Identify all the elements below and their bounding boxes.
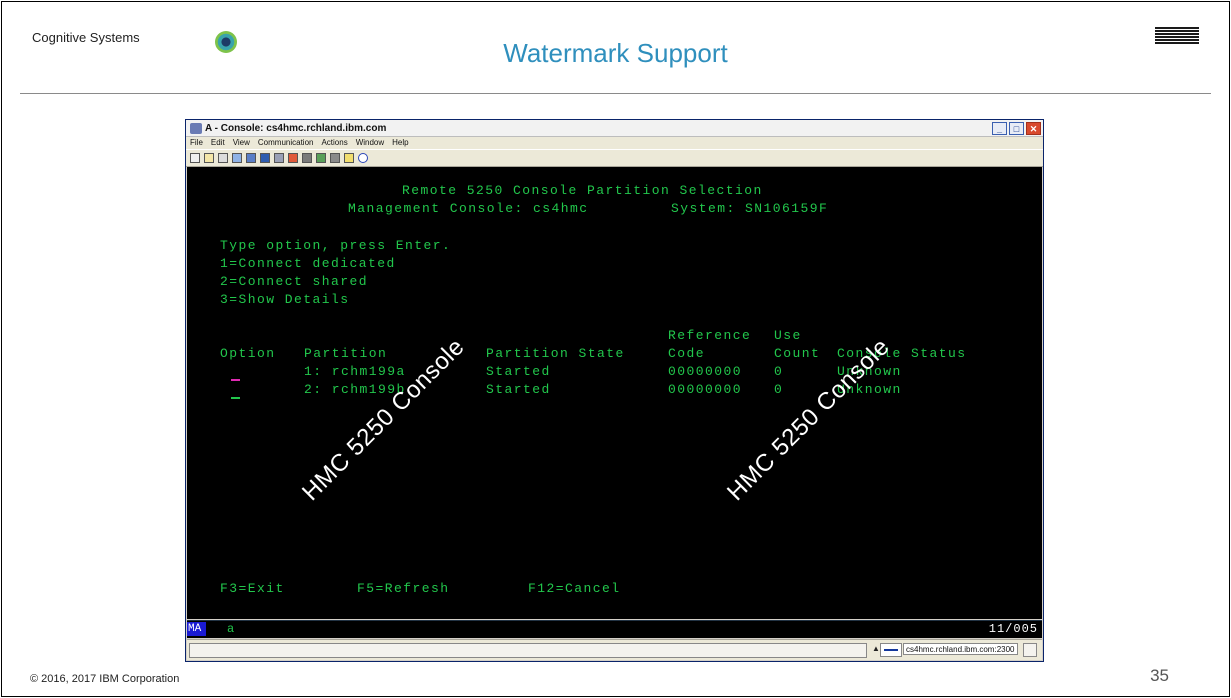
option-2-text: 2=Connect shared xyxy=(220,274,369,289)
option-input-row-1[interactable] xyxy=(231,379,240,381)
system-label: System: SN106159F xyxy=(671,201,829,216)
oia-mode: MA xyxy=(187,622,206,636)
copyright: © 2016, 2017 IBM Corporation xyxy=(30,673,180,685)
ibm-logo-icon xyxy=(1155,27,1199,45)
screen-title: Remote 5250 Console Partition Selection xyxy=(402,183,763,198)
page-number: 35 xyxy=(1150,666,1169,685)
download-icon[interactable] xyxy=(302,153,312,163)
row-1-partition: 1: rchm199a xyxy=(304,364,406,379)
menu-actions[interactable]: Actions xyxy=(321,137,347,149)
oia-char: a xyxy=(227,622,235,636)
connection-icon xyxy=(880,643,902,657)
col-use-header: Use xyxy=(774,328,802,343)
row-2-code: 00000000 xyxy=(668,382,743,397)
row-1-state: Started xyxy=(486,364,551,379)
close-button[interactable]: ✕ xyxy=(1026,121,1041,135)
option-1-text: 1=Connect dedicated xyxy=(220,256,396,271)
menu-communication[interactable]: Communication xyxy=(258,137,314,149)
f12-cancel-key[interactable]: F12=Cancel xyxy=(528,582,621,596)
status-bar: ▲ cs4hmc.rchland.ibm.com:2300 xyxy=(187,639,1042,660)
app-icon xyxy=(190,122,202,134)
row-1-code: 00000000 xyxy=(668,364,743,379)
menubar: File Edit View Communication Actions Win… xyxy=(186,137,1043,149)
menu-help[interactable]: Help xyxy=(392,137,408,149)
window-titlebar[interactable]: A - Console: cs4hmc.rchland.ibm.com _ □ … xyxy=(186,120,1043,137)
col-partition-header: Partition xyxy=(304,346,388,361)
menu-window[interactable]: Window xyxy=(356,137,384,149)
receive-icon[interactable] xyxy=(330,153,340,163)
keypad-icon[interactable] xyxy=(246,153,256,163)
window-title: A - Console: cs4hmc.rchland.ibm.com xyxy=(205,122,387,134)
status-message-field xyxy=(189,643,867,658)
upload-icon[interactable] xyxy=(288,153,298,163)
f3-exit-key[interactable]: F3=Exit xyxy=(220,582,285,596)
status-arrow-icon[interactable]: ▲ xyxy=(872,644,880,653)
header-divider xyxy=(20,93,1211,94)
option-input-row-2[interactable] xyxy=(231,397,240,399)
print-icon[interactable] xyxy=(218,153,228,163)
col-code-header: Code xyxy=(668,346,706,361)
connect-icon[interactable] xyxy=(232,153,242,163)
layout-icon[interactable] xyxy=(260,153,270,163)
minimize-button[interactable]: _ xyxy=(992,121,1007,135)
host-address: cs4hmc.rchland.ibm.com:2300 xyxy=(903,643,1018,655)
menu-file[interactable]: File xyxy=(190,137,203,149)
col-option-header: Option xyxy=(220,346,276,361)
cursor-position: 11/005 xyxy=(988,622,1038,636)
copy-icon[interactable] xyxy=(190,153,200,163)
col-reference-header: Reference xyxy=(668,328,752,343)
paste-icon[interactable] xyxy=(204,153,214,163)
col-count-header: Count xyxy=(774,346,821,361)
row-2-count: 0 xyxy=(774,382,784,397)
menu-edit[interactable]: Edit xyxy=(211,137,225,149)
transfer-icon[interactable] xyxy=(316,153,326,163)
slide-title: Watermark Support xyxy=(503,38,728,68)
management-console-label: Management Console: cs4hmc xyxy=(348,201,589,216)
row-1-count: 0 xyxy=(774,364,784,379)
resize-grip-icon[interactable] xyxy=(1023,643,1037,657)
macro-icon[interactable] xyxy=(274,153,284,163)
maximize-button[interactable]: □ xyxy=(1009,121,1024,135)
f5-refresh-key[interactable]: F5=Refresh xyxy=(357,582,450,596)
help-icon[interactable] xyxy=(358,153,368,163)
emulator-window: A - Console: cs4hmc.rchland.ibm.com _ □ … xyxy=(185,119,1044,662)
row-2-state: Started xyxy=(486,382,551,397)
instruction-line: Type option, press Enter. xyxy=(220,238,452,253)
menu-view[interactable]: View xyxy=(233,137,250,149)
operator-info-area: MA a 11/005 xyxy=(187,620,1042,638)
col-state-header: Partition State xyxy=(486,346,625,361)
terminal-screen[interactable]: Remote 5250 Console Partition Selection … xyxy=(187,167,1042,619)
option-3-text: 3=Show Details xyxy=(220,292,350,307)
toolbar xyxy=(186,149,1043,167)
notes-icon[interactable] xyxy=(344,153,354,163)
